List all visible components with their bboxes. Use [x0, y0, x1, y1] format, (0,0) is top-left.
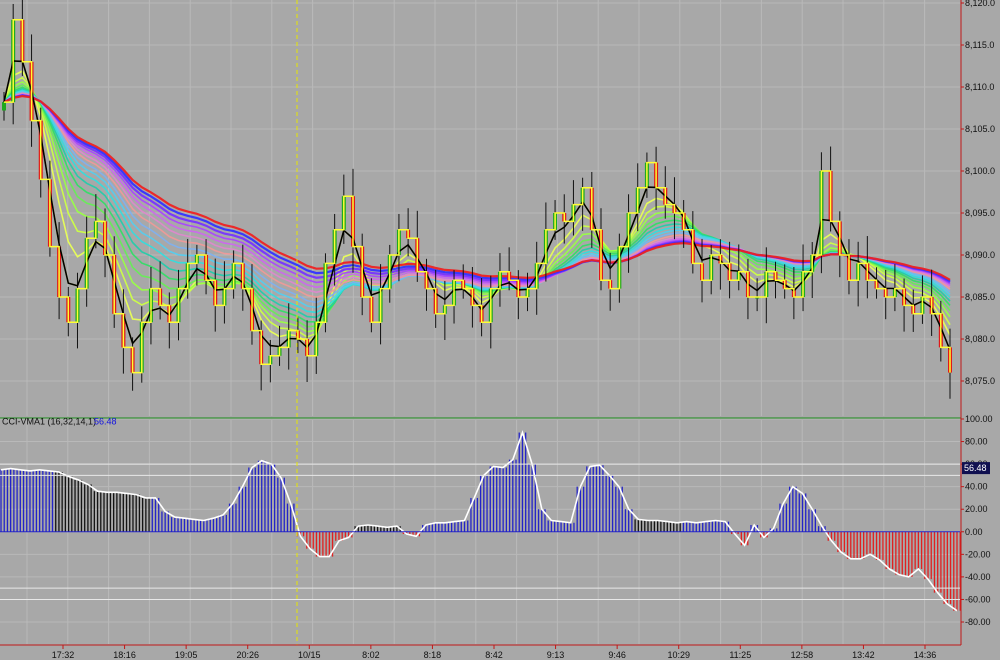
- candle-up[interactable]: [2, 102, 6, 111]
- price-axis-label: 8,105.0: [965, 124, 995, 134]
- indicator-axis-label: -60.00: [965, 594, 991, 604]
- indicator-last-value: 56.48: [94, 416, 117, 426]
- indicator-axis-label: -40.00: [965, 572, 991, 582]
- price-axis-label: 8,095.0: [965, 208, 995, 218]
- time-axis-label: 18:16: [113, 650, 136, 660]
- time-axis-label: 17:32: [52, 650, 75, 660]
- last-value-badge-text: 56.48: [964, 463, 987, 473]
- time-axis-label: 8:18: [424, 650, 442, 660]
- indicator-name: CCI-VMA1 (16,32,14,1): [2, 416, 96, 426]
- price-axis-label: 8,080.0: [965, 334, 995, 344]
- indicator-axis-label: 100.00: [965, 414, 993, 424]
- time-axis-label: 10/15: [298, 650, 321, 660]
- time-axis-label: 12:58: [791, 650, 814, 660]
- indicator-axis-label: -80.00: [965, 617, 991, 627]
- price-axis-label: 8,120.0: [965, 0, 995, 8]
- price-axis-label: 8,100.0: [965, 166, 995, 176]
- time-axis-label: 11:25: [729, 650, 751, 660]
- trading-chart[interactable]: 8,120.0 8,115.0 8,110.0 8,105.0 8,100.0 8,095…: [0, 0, 1000, 660]
- time-axis-label: 9:46: [608, 650, 626, 660]
- indicator-axis-label: 0.00: [965, 527, 983, 537]
- time-axis-label: 14:36: [914, 650, 937, 660]
- time-axis-label: 8:02: [362, 650, 380, 660]
- time-axis-label: 19:05: [175, 650, 198, 660]
- price-axis-label: 8,110.0: [965, 82, 994, 92]
- indicator-axis-label: 40.00: [965, 482, 988, 492]
- price-axis-label: 8,115.0: [965, 40, 994, 50]
- indicator-axis-label: 20.00: [965, 504, 988, 514]
- time-axis-label: 10:29: [667, 650, 690, 660]
- chart-background: [0, 0, 1000, 660]
- time-axis-label: 13:42: [852, 650, 875, 660]
- last-value-badge: 56.48: [962, 462, 990, 475]
- time-axis-label: 8:42: [485, 650, 503, 660]
- price-axis-label: 8,085.0: [965, 292, 995, 302]
- indicator-axis-label: -20.00: [965, 549, 991, 559]
- time-axis-label: 9:13: [547, 650, 565, 660]
- indicator-axis-label: 80.00: [965, 437, 988, 447]
- time-axis-label: 20:26: [236, 650, 259, 660]
- price-axis-label: 8,090.0: [965, 250, 995, 260]
- indicator-legend[interactable]: CCI-VMA1 (16,32,14,1) 56.48: [2, 416, 117, 426]
- price-axis-label: 8,075.0: [965, 376, 995, 386]
- chart-container: 8,120.0 8,115.0 8,110.0 8,105.0 8,100.0 8,095…: [0, 0, 1000, 660]
